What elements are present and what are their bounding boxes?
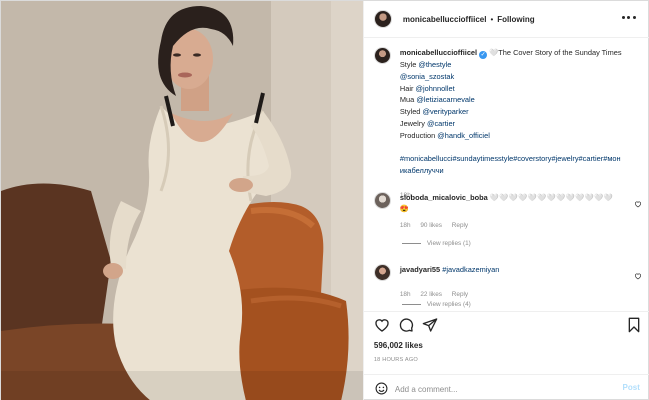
post-comment-button[interactable]: Post bbox=[623, 383, 640, 392]
caption-tag[interactable]: @letiziacarnevale bbox=[416, 95, 474, 104]
caption-line-prefix: Production bbox=[399, 130, 438, 140]
commenter-username[interactable]: sloboda_micalovic_boba bbox=[400, 193, 488, 202]
caption-line-prefix: Mua bbox=[399, 95, 417, 105]
comment-time[interactable]: 18h bbox=[400, 291, 411, 298]
add-comment-input[interactable] bbox=[394, 382, 615, 396]
post-side-panel: monicabelluccioffiicel • Following monic… bbox=[362, 1, 649, 400]
caption-body: monicabelluccioffiicel ✓ 🤍The Cover Story … bbox=[400, 47, 636, 202]
caption-tag[interactable]: @sonia_szostak bbox=[400, 72, 454, 81]
caption-tag[interactable]: @verityparker bbox=[422, 107, 468, 116]
emoji-icon[interactable] bbox=[375, 382, 388, 395]
reply-button[interactable]: Reply bbox=[452, 291, 468, 298]
save-bookmark-icon[interactable] bbox=[626, 317, 642, 333]
verified-badge-icon: ✓ bbox=[479, 51, 488, 59]
caption-hashtags-cont[interactable]: икабеллуччи bbox=[400, 166, 444, 175]
like-comment-heart-icon[interactable] bbox=[634, 200, 642, 208]
author-username[interactable]: monicabelluccioffiicel bbox=[403, 15, 487, 24]
action-icons bbox=[374, 317, 640, 335]
caption-tag[interactable]: @johnnollet bbox=[415, 84, 454, 93]
view-replies[interactable]: View replies (4) bbox=[401, 301, 471, 308]
commenter-avatar[interactable] bbox=[373, 192, 391, 209]
post-header: monicabelluccioffiicel • Following bbox=[363, 1, 649, 38]
comment-body: sloboda_micalovic_boba 🤍🤍🤍🤍🤍🤍🤍🤍🤍🤍🤍🤍🤍 😍 1… bbox=[400, 192, 622, 231]
caption-avatar[interactable] bbox=[373, 47, 391, 64]
caption-line-prefix: Styled bbox=[399, 107, 423, 117]
comment-meta: 18h 90 likes Reply bbox=[400, 220, 622, 231]
add-comment-bar: Post bbox=[363, 374, 649, 400]
comments-section[interactable]: monicabelluccioffiicel ✓ 🤍The Cover Story … bbox=[364, 39, 649, 311]
caption: monicabelluccioffiicel ✓ 🤍The Cover Story … bbox=[373, 47, 644, 202]
caption-line-prefix: Hair bbox=[399, 83, 416, 93]
following-button[interactable]: Following bbox=[497, 15, 534, 24]
view-replies[interactable]: View replies (1) bbox=[401, 240, 471, 247]
caption-username[interactable]: monicabelluccioffiicel bbox=[400, 48, 477, 57]
share-icon[interactable] bbox=[422, 317, 438, 333]
caption-hashtags[interactable]: #monicabellucci#sundaytimesstyle#coverst… bbox=[400, 154, 621, 163]
view-replies-label[interactable]: View replies (4) bbox=[427, 301, 471, 308]
comment: sloboda_micalovic_boba 🤍🤍🤍🤍🤍🤍🤍🤍🤍🤍🤍🤍🤍 😍 1… bbox=[373, 192, 644, 231]
caption-tag[interactable]: @thestyle bbox=[418, 60, 451, 69]
comment-text[interactable]: #javadkazemiyan bbox=[442, 265, 499, 274]
comment-text-cont: 😍 bbox=[399, 204, 410, 213]
comment-likes[interactable]: 90 likes bbox=[420, 222, 442, 229]
commenter-username[interactable]: javadyari55 bbox=[400, 265, 440, 274]
reply-button[interactable]: Reply bbox=[452, 222, 468, 229]
post-actions: 596,002 likes 18 HOURS AGO Post bbox=[363, 311, 649, 400]
caption-tag[interactable]: @handk_officiel bbox=[437, 131, 490, 140]
post-photo[interactable] bbox=[1, 1, 363, 400]
author-avatar[interactable] bbox=[373, 10, 392, 28]
header-separator: • bbox=[490, 14, 494, 24]
comment-text: 🤍🤍🤍🤍🤍🤍🤍🤍🤍🤍🤍🤍🤍 bbox=[489, 193, 614, 202]
commenter-avatar[interactable] bbox=[373, 264, 391, 281]
like-heart-icon[interactable] bbox=[374, 317, 390, 333]
view-replies-label[interactable]: View replies (1) bbox=[427, 240, 471, 247]
comment: javadyari55 #javadkazemiyan 18h 22 likes… bbox=[373, 264, 644, 300]
comment-body: javadyari55 #javadkazemiyan 18h 22 likes… bbox=[400, 264, 622, 300]
caption-text: 🤍The Cover Story of the Sunday Times bbox=[489, 48, 622, 57]
caption-line-prefix: Jewelry bbox=[399, 118, 427, 128]
comment-likes[interactable]: 22 likes bbox=[420, 291, 442, 298]
post-photo-illustration bbox=[1, 1, 363, 400]
like-comment-heart-icon[interactable] bbox=[634, 272, 642, 280]
comment-meta: 18h 22 likes Reply bbox=[400, 289, 622, 300]
caption-line-prefix: Style bbox=[399, 60, 419, 69]
caption-tag[interactable]: @cartier bbox=[427, 119, 455, 128]
comment-icon[interactable] bbox=[398, 317, 414, 333]
more-options-icon[interactable] bbox=[621, 14, 636, 20]
post-timestamp[interactable]: 18 HOURS AGO bbox=[374, 357, 418, 363]
instagram-post: monicabelluccioffiicel • Following monic… bbox=[0, 0, 649, 400]
likes-count[interactable]: 596,002 likes bbox=[374, 341, 423, 350]
comment-time[interactable]: 18h bbox=[400, 222, 411, 229]
